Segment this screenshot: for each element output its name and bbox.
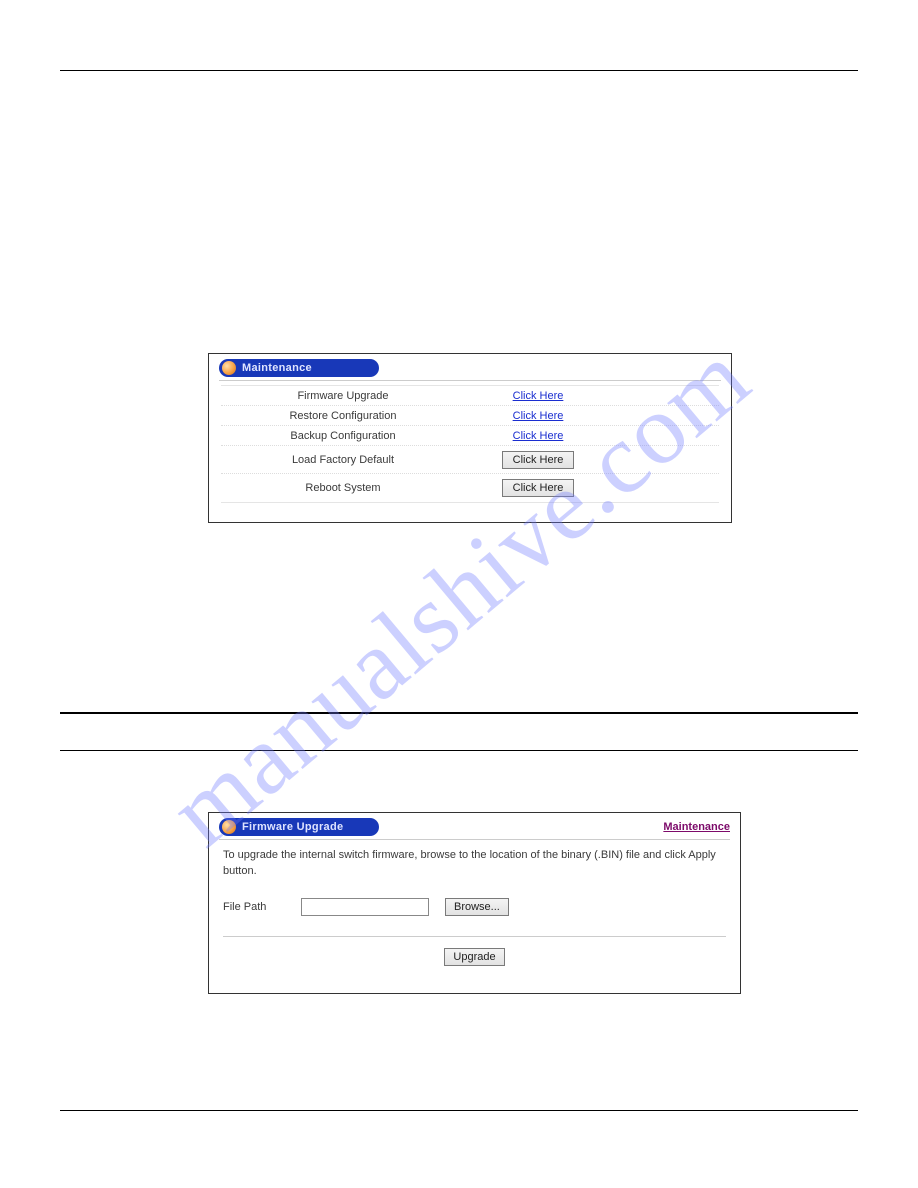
row-label: Restore Configuration	[221, 410, 473, 422]
firmware-body: To upgrade the internal switch firmware,…	[209, 844, 740, 936]
file-path-row: File Path Browse...	[223, 898, 726, 916]
row-label: Load Factory Default	[221, 454, 473, 466]
row-label: Backup Configuration	[221, 430, 473, 442]
orb-icon	[222, 361, 236, 375]
backup-config-link[interactable]: Click Here	[513, 430, 564, 442]
divider-bottom	[60, 1110, 858, 1111]
divider-top	[60, 70, 858, 71]
file-path-input[interactable]	[301, 898, 429, 916]
upgrade-instructions: To upgrade the internal switch firmware,…	[223, 848, 726, 880]
row-reboot: Reboot System Click Here	[221, 474, 719, 502]
firmware-upgrade-panel: Firmware Upgrade Maintenance To upgrade …	[208, 812, 741, 994]
panel-title: Maintenance	[242, 362, 312, 374]
row-label: Reboot System	[221, 482, 473, 494]
firmware-upgrade-link[interactable]: Click Here	[513, 390, 564, 402]
maintenance-back-link[interactable]: Maintenance	[663, 821, 730, 833]
restore-config-link[interactable]: Click Here	[513, 410, 564, 422]
header-pill: Maintenance	[219, 359, 379, 377]
header-pill: Firmware Upgrade	[219, 818, 379, 836]
panel-header: Maintenance	[209, 354, 731, 380]
header-underline	[219, 839, 730, 840]
header-underline	[219, 380, 721, 381]
row-firmware-upgrade: Firmware Upgrade Click Here	[221, 386, 719, 406]
row-factory-default: Load Factory Default Click Here	[221, 446, 719, 474]
reboot-button[interactable]: Click Here	[502, 479, 575, 497]
panel-header: Firmware Upgrade Maintenance	[209, 813, 740, 839]
panel-footer: Upgrade	[209, 937, 740, 970]
factory-default-button[interactable]: Click Here	[502, 451, 575, 469]
row-label: Firmware Upgrade	[221, 390, 473, 402]
divider-section	[60, 712, 858, 714]
maintenance-body: Firmware Upgrade Click Here Restore Conf…	[221, 385, 719, 503]
upgrade-button[interactable]: Upgrade	[444, 948, 504, 966]
row-restore-config: Restore Configuration Click Here	[221, 406, 719, 426]
row-backup-config: Backup Configuration Click Here	[221, 426, 719, 446]
file-path-label: File Path	[223, 901, 285, 913]
divider-section-sub	[60, 750, 858, 751]
panel-title: Firmware Upgrade	[242, 821, 343, 833]
orb-icon	[222, 820, 236, 834]
maintenance-panel: Maintenance Firmware Upgrade Click Here …	[208, 353, 732, 523]
browse-button[interactable]: Browse...	[445, 898, 509, 916]
